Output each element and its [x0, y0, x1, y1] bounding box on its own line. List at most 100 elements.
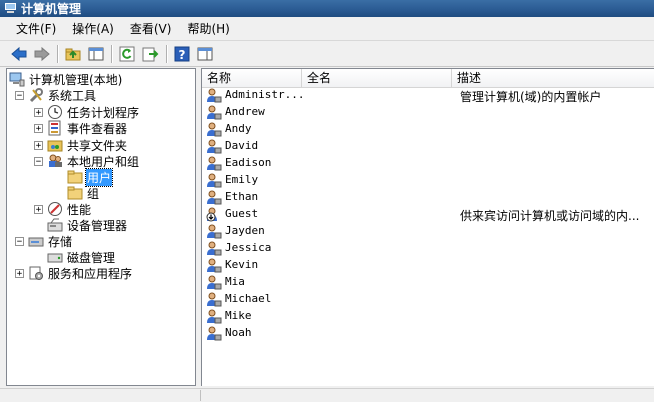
- user-icon: [206, 325, 222, 341]
- tree-item-task-scheduler[interactable]: + 任务计划程序: [34, 104, 140, 120]
- user-name: Jessica: [225, 241, 272, 254]
- expand-toggle[interactable]: +: [34, 204, 43, 214]
- tree-label: 磁盘管理: [67, 250, 116, 265]
- expand-toggle[interactable]: +: [34, 123, 43, 133]
- device-manager-icon: [47, 217, 63, 233]
- user-name: Eadison: [225, 156, 272, 169]
- up-folder-icon[interactable]: [64, 45, 82, 63]
- user-name: Andy: [225, 122, 252, 135]
- table-row[interactable]: Michael: [205, 291, 653, 308]
- storage-icon: [28, 233, 44, 249]
- tree-item-disk-management[interactable]: 磁盘管理: [47, 249, 116, 265]
- user-name: Jayden: [225, 224, 265, 237]
- toolbar-separator: [166, 45, 168, 63]
- status-bar: [0, 388, 654, 402]
- tree-item-services-apps[interactable]: + 服务和应用程序: [15, 265, 133, 281]
- table-row[interactable]: Administr... 管理计算机(域)的内置帐户: [205, 87, 653, 104]
- tree-label: 设备管理器: [67, 218, 128, 233]
- tree-label: 服务和应用程序: [48, 266, 133, 281]
- column-header-description[interactable]: 描述: [452, 69, 654, 87]
- table-row[interactable]: Jessica: [205, 240, 653, 257]
- refresh-icon[interactable]: [118, 45, 136, 63]
- tree-item-event-viewer[interactable]: + 事件查看器: [34, 120, 128, 136]
- user-name: Mia: [225, 275, 245, 288]
- menu-bar: 文件(F) 操作(A) 查看(V) 帮助(H): [0, 17, 654, 41]
- tree-label: 事件查看器: [67, 121, 128, 136]
- table-row[interactable]: Andy: [205, 121, 653, 138]
- tree-item-storage[interactable]: − 存储: [15, 233, 73, 249]
- expand-toggle[interactable]: +: [34, 140, 43, 150]
- user-description: 管理计算机(域)的内置帐户: [460, 90, 602, 104]
- menu-file[interactable]: 文件(F): [0, 20, 64, 37]
- table-row[interactable]: Mia: [205, 274, 653, 291]
- user-name: Mike: [225, 309, 252, 322]
- table-row[interactable]: Mike: [205, 308, 653, 325]
- user-icon: [206, 291, 222, 307]
- tree-item-performance[interactable]: + 性能: [34, 201, 92, 217]
- collapse-toggle[interactable]: −: [15, 236, 24, 246]
- back-arrow-icon[interactable]: [10, 45, 28, 63]
- user-list-view: 名称 全名 描述 Administr... 管理计算机(域)的内置帐户 Andr…: [201, 68, 654, 386]
- user-name: Ethan: [225, 190, 259, 203]
- table-row[interactable]: Emily: [205, 172, 653, 189]
- collapse-toggle[interactable]: −: [15, 90, 24, 100]
- tree-label: 本地用户和组: [67, 154, 140, 169]
- computer-icon: [9, 71, 25, 87]
- list-header: 名称 全名 描述: [202, 69, 654, 88]
- table-row[interactable]: Jayden: [205, 223, 653, 240]
- menu-help[interactable]: 帮助(H): [179, 20, 237, 37]
- expand-toggle[interactable]: +: [15, 268, 24, 278]
- status-separator: [200, 390, 201, 401]
- computer-management-icon: [4, 3, 17, 14]
- column-header-fullname[interactable]: 全名: [302, 69, 452, 87]
- toolbar-separator: [111, 45, 113, 63]
- performance-icon: [47, 201, 63, 217]
- user-icon: [206, 274, 222, 290]
- table-row[interactable]: Guest 供来宾访问计算机或访问域的内...: [205, 206, 653, 223]
- services-icon: [28, 265, 44, 281]
- forward-arrow-icon[interactable]: [33, 45, 51, 63]
- tree-label: 共享文件夹: [67, 138, 128, 153]
- collapse-toggle[interactable]: −: [34, 156, 43, 166]
- tree-item-root[interactable]: 计算机管理(本地): [9, 71, 123, 87]
- tree-item-local-users-groups[interactable]: − 本地用户和组: [34, 153, 140, 169]
- tools-icon: [28, 87, 44, 103]
- tree-item-groups[interactable]: 组: [67, 185, 100, 201]
- table-row[interactable]: Andrew: [205, 104, 653, 121]
- user-name: David: [225, 139, 259, 152]
- tree-label: 用户: [84, 167, 114, 187]
- help-icon[interactable]: ?: [173, 45, 191, 63]
- tree-label: 系统工具: [48, 88, 97, 103]
- table-row[interactable]: Eadison: [205, 155, 653, 172]
- svg-text:?: ?: [179, 48, 186, 62]
- table-row[interactable]: David: [205, 138, 653, 155]
- event-viewer-icon: [47, 120, 63, 136]
- expand-toggle[interactable]: +: [34, 107, 43, 117]
- tree-item-device-manager[interactable]: 设备管理器: [47, 217, 128, 233]
- console-tree: 计算机管理(本地) − 系统工具 + 任务计划程序 + 事件查看器 + 共享文件…: [6, 68, 196, 386]
- tree-item-shared-folders[interactable]: + 共享文件夹: [34, 137, 128, 153]
- tree-item-system-tools[interactable]: − 系统工具: [15, 87, 97, 103]
- action-pane-icon[interactable]: [196, 45, 214, 63]
- user-name: Emily: [225, 173, 259, 186]
- tree-item-users[interactable]: 用户: [67, 167, 114, 187]
- column-header-name[interactable]: 名称: [202, 69, 302, 87]
- disabled-user-icon: [206, 206, 222, 222]
- folder-icon: [67, 169, 83, 185]
- user-icon: [206, 240, 222, 256]
- disk-icon: [47, 249, 63, 265]
- table-row[interactable]: Kevin: [205, 257, 653, 274]
- user-icon: [206, 87, 222, 103]
- user-icon: [206, 172, 222, 188]
- user-icon: [206, 257, 222, 273]
- export-list-icon[interactable]: [141, 45, 159, 63]
- table-row[interactable]: Noah: [205, 325, 653, 342]
- menu-view[interactable]: 查看(V): [122, 20, 180, 37]
- tree-label: 性能: [67, 202, 92, 217]
- toolbar: ?: [0, 41, 654, 67]
- show-tree-icon[interactable]: [87, 45, 105, 63]
- user-name: Guest: [225, 207, 259, 220]
- table-row[interactable]: Ethan: [205, 189, 653, 206]
- menu-action[interactable]: 操作(A): [64, 20, 122, 37]
- user-name: Kevin: [225, 258, 259, 271]
